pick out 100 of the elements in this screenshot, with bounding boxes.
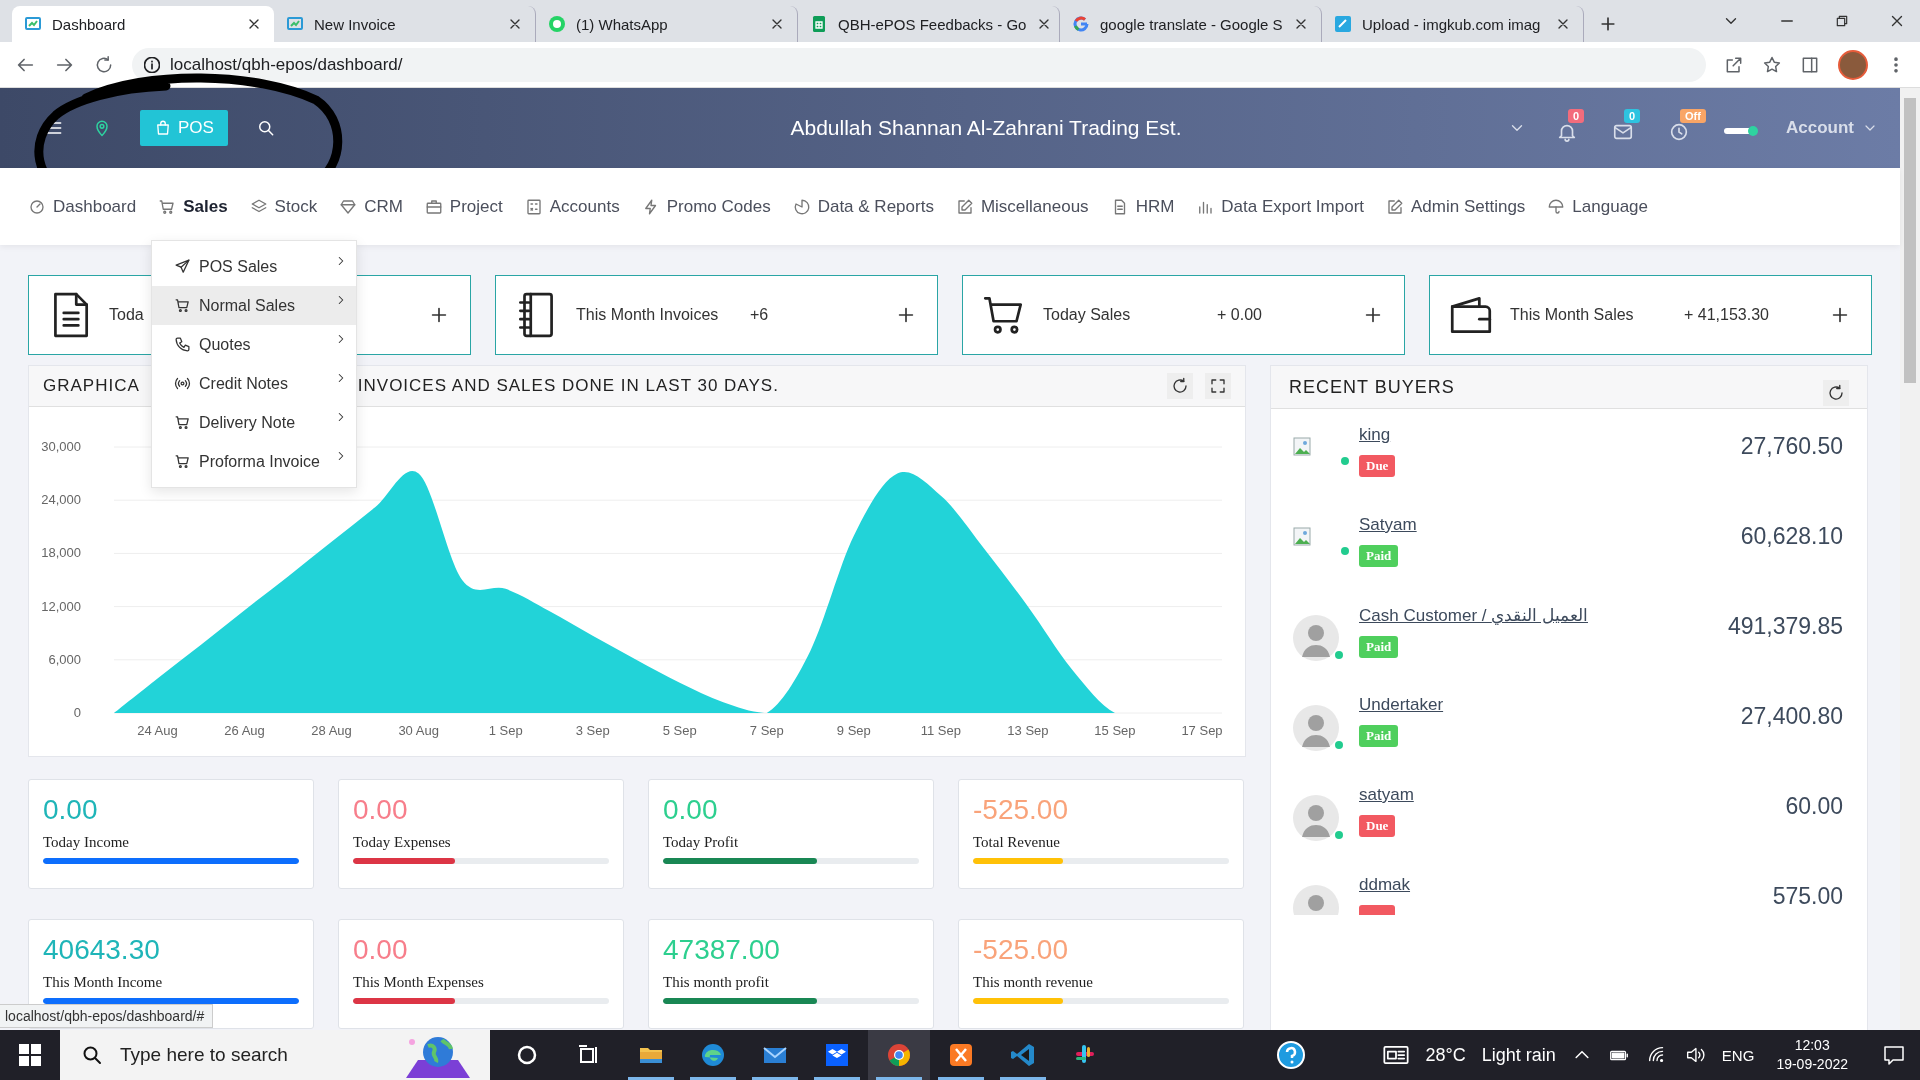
stat-label: This Month Expenses [353,974,485,991]
help-icon[interactable] [1275,1040,1306,1070]
dropdown-menu-item[interactable]: POS Sales [152,247,356,286]
y-axis-label: 6,000 [48,651,81,667]
tab-favicon-icon [548,15,566,33]
tab-favicon-icon [1072,15,1090,33]
card-label: Toda [109,306,145,324]
buyer-name-link[interactable]: Satyam [1359,515,1417,535]
scrollbar[interactable] [1900,88,1920,1030]
clock-time[interactable]: 12:03 [1776,1036,1848,1055]
buyer-name-link[interactable]: king [1359,425,1391,445]
tab-favicon-icon [24,15,42,33]
x-axis-label: 24 Aug [137,723,178,738]
buyer-name-link[interactable]: Cash Customer / العميل النقدي [1359,605,1588,626]
browser-tab[interactable]: (1) WhatsApp [536,6,798,42]
dropdown-menu-item[interactable]: Credit Notes [152,364,356,403]
info-icon [144,56,160,73]
stat-value: 0.00 [353,794,409,826]
nav-menu-item[interactable]: Miscellaneous [955,196,1089,217]
shopping-bag-icon [154,119,172,137]
cart-icon [158,197,177,216]
profile-avatar[interactable] [1838,49,1868,80]
browser-tab[interactable]: QBH-ePOS Feedbacks - Go [798,6,1060,42]
card-value: +6 [750,306,770,324]
nav-menu-item[interactable]: Stock [249,196,318,217]
stat-value: 40643.30 [43,934,161,966]
nav-menu-item[interactable]: HRM [1110,196,1175,217]
nav-menu-item[interactable]: Project [424,196,503,217]
temperature-text[interactable]: 28°C [1425,1044,1466,1066]
pie-chart-icon [792,197,811,216]
buyer-amount: 27,760.50 [1740,433,1843,461]
x-axis-label: 15 Sep [1094,723,1136,738]
nav-menu-item[interactable]: Data Export Import [1196,196,1364,217]
windows-start-icon[interactable] [19,1044,41,1066]
stat-value: -525.00 [973,934,1069,966]
taskbar-search-field[interactable]: Type here to search [60,1030,490,1080]
restore-icon[interactable] [1834,13,1850,29]
buyer-name-link[interactable]: Undertaker [1359,695,1444,715]
stat-label: Today Income [43,834,130,851]
bookmark-star-icon[interactable] [1762,54,1782,75]
cart-icon [174,414,191,431]
panel-title: GRAPHICA [43,376,140,396]
user-avatar [1293,795,1339,841]
nav-menu-item[interactable]: CRM [339,196,403,217]
card-label: This Month Sales [1510,306,1635,324]
count-badge: 0 [1568,109,1585,123]
calculator-icon [524,197,543,216]
taskbar-app-button[interactable] [868,1030,930,1080]
nav-menu-item[interactable]: Accounts [524,196,620,217]
vscode-icon [1009,1041,1037,1069]
clock-date[interactable]: 19-09-2022 [1776,1055,1848,1074]
broken-image-icon [1293,437,1313,457]
dropdown-menu-item[interactable]: Normal Sales [152,286,356,325]
umbrella-icon [1547,197,1566,216]
status-badge: Due [1359,455,1396,477]
nav-menu-item[interactable]: Language [1547,196,1648,217]
edge-icon [699,1041,727,1069]
browser-tab[interactable]: google translate - Google S [1060,6,1322,42]
weather-text[interactable]: Light rain [1481,1044,1556,1066]
stat-label: Today Profit [663,834,740,851]
buyer-name-link[interactable]: ddmak [1359,875,1411,895]
y-axis-label: 18,000 [41,545,81,561]
panel-title: INVOICES AND SALES DONE IN LAST 30 DAYS. [357,376,779,396]
nav-menu-item[interactable]: Admin Settings [1386,196,1526,217]
phone-icon [174,336,191,353]
gauge-icon [28,197,46,216]
nav-menu-item[interactable]: Data & Reports [792,196,934,217]
nav-menu-item[interactable]: Dashboard [28,196,137,217]
language-indicator[interactable]: ENG [1721,1046,1755,1064]
refresh-icon[interactable] [1827,384,1845,402]
x-axis-label: 9 Sep [836,723,871,738]
refresh-icon[interactable] [1171,377,1189,395]
buyer-name-link[interactable]: satyam [1359,785,1414,805]
clock-icon[interactable] [1668,121,1690,143]
tab-favicon-icon [286,15,304,33]
tab-favicon-icon [810,15,828,33]
dropdown-menu-item[interactable]: Delivery Note [152,403,356,442]
x-axis-label: 13 Sep [1007,723,1049,738]
stat-label: This month revenue [973,974,1094,991]
nav-menu-item[interactable]: Sales [158,196,228,217]
x-axis-label: 26 Aug [224,723,265,738]
diamond-icon [339,197,358,216]
x-axis-label: 1 Sep [488,723,523,738]
stat-value: 0.00 [353,934,409,966]
status-badge: Due [1359,815,1396,837]
browser-tab[interactable]: Dashboard [12,6,274,42]
nav-menu-item[interactable]: Promo Codes [641,196,771,217]
address-bar[interactable]: localhost/qbh-epos/dashboard/ [132,47,1706,82]
browser-tab[interactable]: Upload - imgkub.com imag [1322,6,1584,42]
broadcast-icon [174,375,191,392]
dropdown-menu-item[interactable]: Quotes [152,325,356,364]
company-title: Abdullah Shannan Al-Zahrani Trading Est. [789,116,1183,140]
reload-icon[interactable] [94,54,114,75]
browser-tab[interactable]: New Invoice [274,6,536,42]
dropdown-menu-item[interactable]: Proforma Invoice [152,442,356,481]
notification-icon[interactable] [1882,1043,1906,1067]
x-axis-label: 7 Sep [749,723,784,738]
fullscreen-icon[interactable] [1209,377,1227,395]
user-avatar [1293,705,1339,751]
link-status-tooltip: localhost/qbh-epos/dashboard/# [0,1004,214,1028]
